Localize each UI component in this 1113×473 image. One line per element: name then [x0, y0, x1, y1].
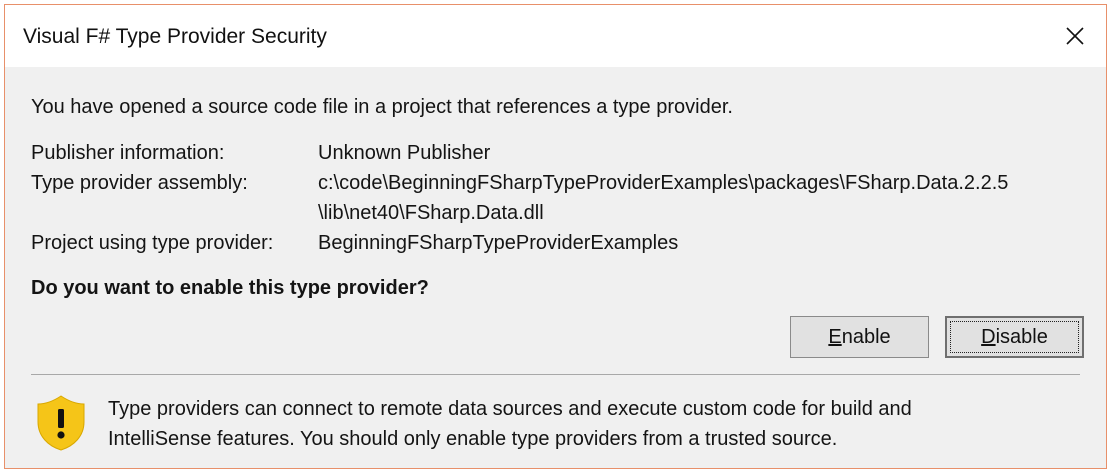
security-warning-text: Type providers can connect to remote dat… — [108, 394, 912, 454]
disable-button-label: Disable — [981, 326, 1048, 349]
publisher-value: Unknown Publisher — [318, 142, 491, 164]
close-button[interactable] — [1044, 5, 1106, 67]
project-label: Project using type provider: — [31, 232, 274, 254]
intro-message: You have opened a source code file in a … — [31, 96, 733, 118]
enable-label-rest: nable — [841, 325, 891, 348]
assembly-path: c:\code\BeginningFSharpTypeProviderExamp… — [318, 172, 1009, 194]
assembly-label: Type provider assembly: — [31, 172, 248, 194]
enable-question: Do you want to enable this type provider… — [31, 277, 429, 299]
disable-button[interactable]: Disable — [945, 316, 1084, 358]
warning-line-1: Type providers can connect to remote dat… — [108, 398, 912, 420]
assembly-path-continued: \lib\net40\FSharp.Data.dll — [318, 202, 544, 224]
title-bar: Visual F# Type Provider Security — [5, 5, 1106, 67]
disable-accelerator: D — [981, 325, 996, 348]
enable-accelerator: E — [828, 325, 842, 348]
type-provider-security-dialog: Visual F# Type Provider Security You hav… — [4, 4, 1107, 469]
enable-button-label: Enable — [828, 326, 890, 349]
warning-line-2: IntelliSense features. You should only e… — [108, 428, 838, 450]
dialog-content: You have opened a source code file in a … — [5, 67, 1106, 468]
window-title: Visual F# Type Provider Security — [23, 25, 327, 48]
disable-label-rest: isable — [995, 325, 1048, 348]
project-value: BeginningFSharpTypeProviderExamples — [318, 232, 679, 254]
enable-button[interactable]: Enable — [790, 316, 929, 358]
publisher-label: Publisher information: — [31, 142, 225, 164]
close-icon — [1066, 27, 1084, 45]
shield-warning-icon — [37, 395, 85, 451]
divider — [31, 374, 1080, 375]
